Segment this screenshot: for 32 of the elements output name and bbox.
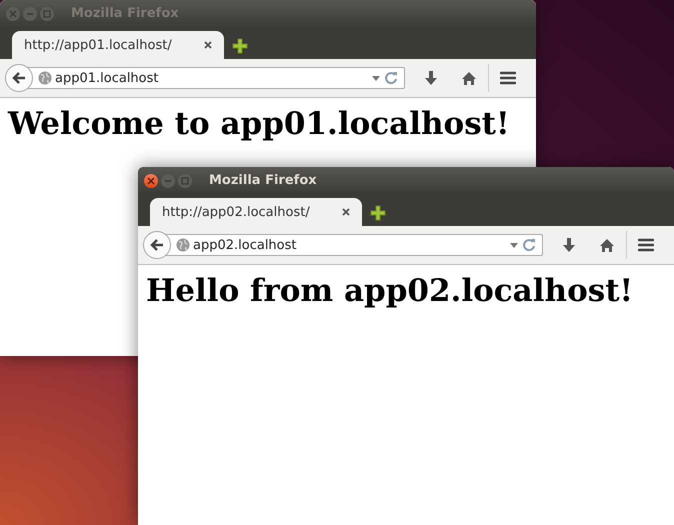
page-heading: Hello from app02.localhost! (146, 273, 634, 309)
reload-icon[interactable] (384, 71, 400, 85)
dropdown-icon[interactable] (371, 74, 381, 82)
close-button[interactable] (144, 174, 158, 188)
menu-icon (638, 238, 654, 252)
dropdown-icon[interactable] (509, 241, 519, 249)
window-title: Mozilla Firefox (209, 173, 317, 188)
back-arrow-icon (150, 238, 164, 252)
browser-tab[interactable]: http://app02.localhost/ (150, 198, 362, 226)
close-icon[interactable] (204, 41, 212, 49)
globe-icon (38, 71, 52, 85)
home-icon (461, 70, 477, 86)
close-icon (9, 10, 17, 18)
globe-icon (176, 238, 190, 252)
plus-icon[interactable] (370, 205, 386, 221)
download-arrow-icon (562, 237, 576, 253)
plus-icon[interactable] (232, 38, 248, 54)
download-arrow-icon (424, 70, 438, 86)
home-icon (599, 238, 615, 252)
back-button[interactable] (143, 231, 171, 259)
maximize-icon (43, 10, 51, 18)
page-heading: Welcome to app01.localhost! (8, 106, 511, 142)
browser-tab[interactable]: http://app01.localhost/ (12, 31, 224, 59)
menu-icon (500, 71, 516, 85)
close-icon[interactable] (342, 208, 350, 216)
back-button[interactable] (5, 64, 33, 92)
reload-icon[interactable] (522, 238, 538, 252)
close-icon (147, 176, 155, 184)
address-field[interactable]: app01.localhost (27, 67, 405, 89)
maximize-icon (181, 176, 189, 184)
address-field[interactable]: app02.localhost (165, 234, 543, 256)
back-arrow-icon (12, 71, 26, 85)
